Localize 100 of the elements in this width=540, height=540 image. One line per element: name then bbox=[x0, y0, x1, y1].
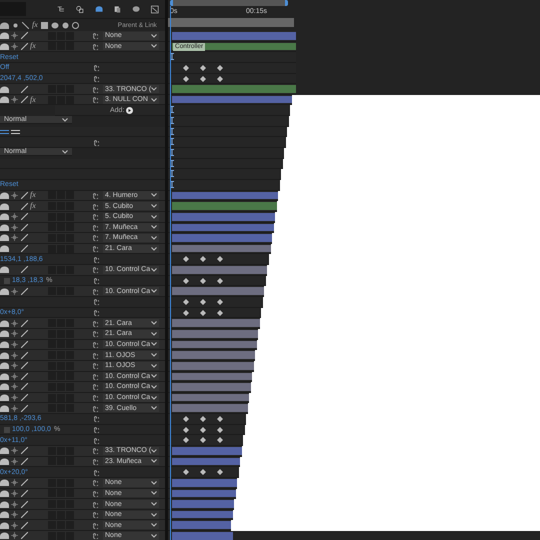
fx-label: fx bbox=[30, 42, 36, 50]
pen-icon[interactable] bbox=[21, 266, 28, 274]
pickwhip-icon[interactable] bbox=[90, 372, 98, 380]
pickwhip-icon[interactable] bbox=[91, 277, 99, 284]
pickwhip-icon[interactable] bbox=[90, 352, 98, 359]
pickwhip-icon[interactable] bbox=[90, 490, 98, 497]
in-point-icon bbox=[170, 128, 174, 135]
cube-icon[interactable] bbox=[76, 4, 84, 14]
caret-icon bbox=[151, 289, 157, 294]
sun-icon[interactable] bbox=[11, 394, 18, 402]
in-point-icon bbox=[170, 170, 174, 178]
pickwhip-icon[interactable] bbox=[91, 74, 99, 82]
pickwhip-icon[interactable] bbox=[90, 340, 98, 348]
sun-icon[interactable] bbox=[11, 288, 18, 295]
graph-editor-icon[interactable] bbox=[151, 4, 160, 14]
sun-icon[interactable] bbox=[11, 490, 18, 497]
sun-icon[interactable] bbox=[11, 511, 18, 518]
caret-icon bbox=[151, 246, 157, 251]
pickwhip-icon[interactable] bbox=[90, 383, 98, 390]
sun-icon[interactable] bbox=[11, 42, 18, 50]
pickwhip-icon[interactable] bbox=[91, 426, 99, 434]
pickwhip-icon[interactable] bbox=[90, 245, 98, 252]
sun-icon bbox=[12, 22, 19, 28]
pickwhip-icon[interactable] bbox=[91, 415, 99, 422]
pickwhip-icon[interactable] bbox=[91, 436, 99, 444]
sun-icon[interactable] bbox=[11, 96, 18, 104]
pickwhip-icon[interactable] bbox=[90, 202, 98, 210]
toggle-icon[interactable] bbox=[0, 128, 9, 135]
pickwhip-icon[interactable] bbox=[90, 500, 98, 508]
pickwhip-icon[interactable] bbox=[90, 288, 98, 295]
in-point-icon bbox=[170, 117, 174, 124]
pickwhip-icon[interactable] bbox=[90, 404, 98, 412]
pickwhip-icon[interactable] bbox=[90, 511, 98, 518]
pickwhip-icon[interactable] bbox=[90, 86, 98, 93]
pickwhip-icon[interactable] bbox=[90, 479, 98, 486]
sun-icon[interactable] bbox=[11, 522, 18, 529]
sun-icon[interactable] bbox=[11, 192, 18, 199]
sun-icon[interactable] bbox=[11, 330, 18, 338]
pickwhip-icon[interactable] bbox=[91, 64, 99, 72]
in-point-icon bbox=[170, 149, 174, 156]
sun-icon[interactable] bbox=[11, 500, 18, 508]
motion-blur-icon[interactable] bbox=[132, 4, 140, 14]
frame-blend-icon bbox=[40, 22, 48, 28]
pickwhip-icon[interactable] bbox=[90, 447, 98, 454]
pickwhip-icon[interactable] bbox=[90, 224, 98, 231]
sun-icon[interactable] bbox=[11, 458, 18, 465]
caret-icon bbox=[151, 268, 157, 272]
sun-icon[interactable] bbox=[11, 372, 18, 380]
adjustment-icon bbox=[62, 22, 69, 28]
frame-icon[interactable] bbox=[114, 4, 122, 14]
sun-icon[interactable] bbox=[11, 352, 18, 359]
pickwhip-icon[interactable] bbox=[91, 138, 99, 146]
pickwhip-icon[interactable] bbox=[90, 532, 98, 540]
pickwhip-icon[interactable] bbox=[90, 192, 98, 199]
fx-label: fx bbox=[30, 191, 36, 200]
pickwhip-icon[interactable] bbox=[91, 256, 99, 263]
pickwhip-icon[interactable] bbox=[90, 234, 98, 242]
pickwhip-icon[interactable] bbox=[90, 330, 98, 338]
caret-icon bbox=[62, 150, 68, 154]
sun-icon[interactable] bbox=[11, 32, 18, 40]
sun-icon[interactable] bbox=[11, 340, 18, 348]
pen-icon[interactable] bbox=[21, 288, 28, 295]
scrollbar[interactable] bbox=[170, 0, 288, 6]
in-point-icon bbox=[170, 53, 174, 60]
pickwhip-icon[interactable] bbox=[91, 468, 99, 476]
3d-layer-icon bbox=[72, 22, 79, 28]
shy-icon[interactable] bbox=[95, 4, 104, 14]
pickwhip-icon[interactable] bbox=[90, 320, 98, 327]
pickwhip-icon[interactable] bbox=[90, 213, 98, 220]
sun-icon[interactable] bbox=[11, 362, 18, 370]
sun-icon[interactable] bbox=[11, 447, 18, 454]
hierarchy-icon[interactable] bbox=[57, 4, 66, 14]
sun-icon[interactable] bbox=[11, 383, 18, 390]
fx-label: fx bbox=[30, 202, 36, 210]
in-point-icon bbox=[170, 138, 174, 146]
pickwhip-icon[interactable] bbox=[90, 522, 98, 529]
sun-icon[interactable] bbox=[11, 213, 18, 220]
caret-icon bbox=[151, 193, 157, 198]
sun-icon[interactable] bbox=[11, 320, 18, 327]
pickwhip-icon[interactable] bbox=[90, 266, 98, 274]
sun-icon[interactable] bbox=[11, 479, 18, 486]
sun-icon[interactable] bbox=[11, 404, 18, 412]
fx-label: fx bbox=[32, 21, 38, 29]
sun-icon[interactable] bbox=[11, 532, 18, 540]
toggle-icon[interactable] bbox=[11, 128, 20, 135]
add-icon[interactable] bbox=[126, 106, 134, 114]
pickwhip-icon[interactable] bbox=[90, 96, 98, 104]
in-point-icon bbox=[170, 106, 174, 114]
pickwhip-icon[interactable] bbox=[90, 458, 98, 465]
in-point-icon bbox=[170, 180, 174, 188]
pickwhip-icon[interactable] bbox=[90, 32, 98, 40]
shy-icon[interactable] bbox=[0, 266, 9, 274]
pickwhip-icon[interactable] bbox=[90, 394, 98, 402]
pickwhip-icon[interactable] bbox=[90, 42, 98, 50]
sun-icon[interactable] bbox=[11, 234, 18, 242]
pickwhip-icon[interactable] bbox=[91, 298, 99, 306]
sun-icon[interactable] bbox=[11, 224, 18, 231]
pickwhip-icon[interactable] bbox=[90, 362, 98, 370]
shy-icon[interactable] bbox=[0, 288, 9, 295]
pickwhip-icon[interactable] bbox=[91, 308, 99, 316]
